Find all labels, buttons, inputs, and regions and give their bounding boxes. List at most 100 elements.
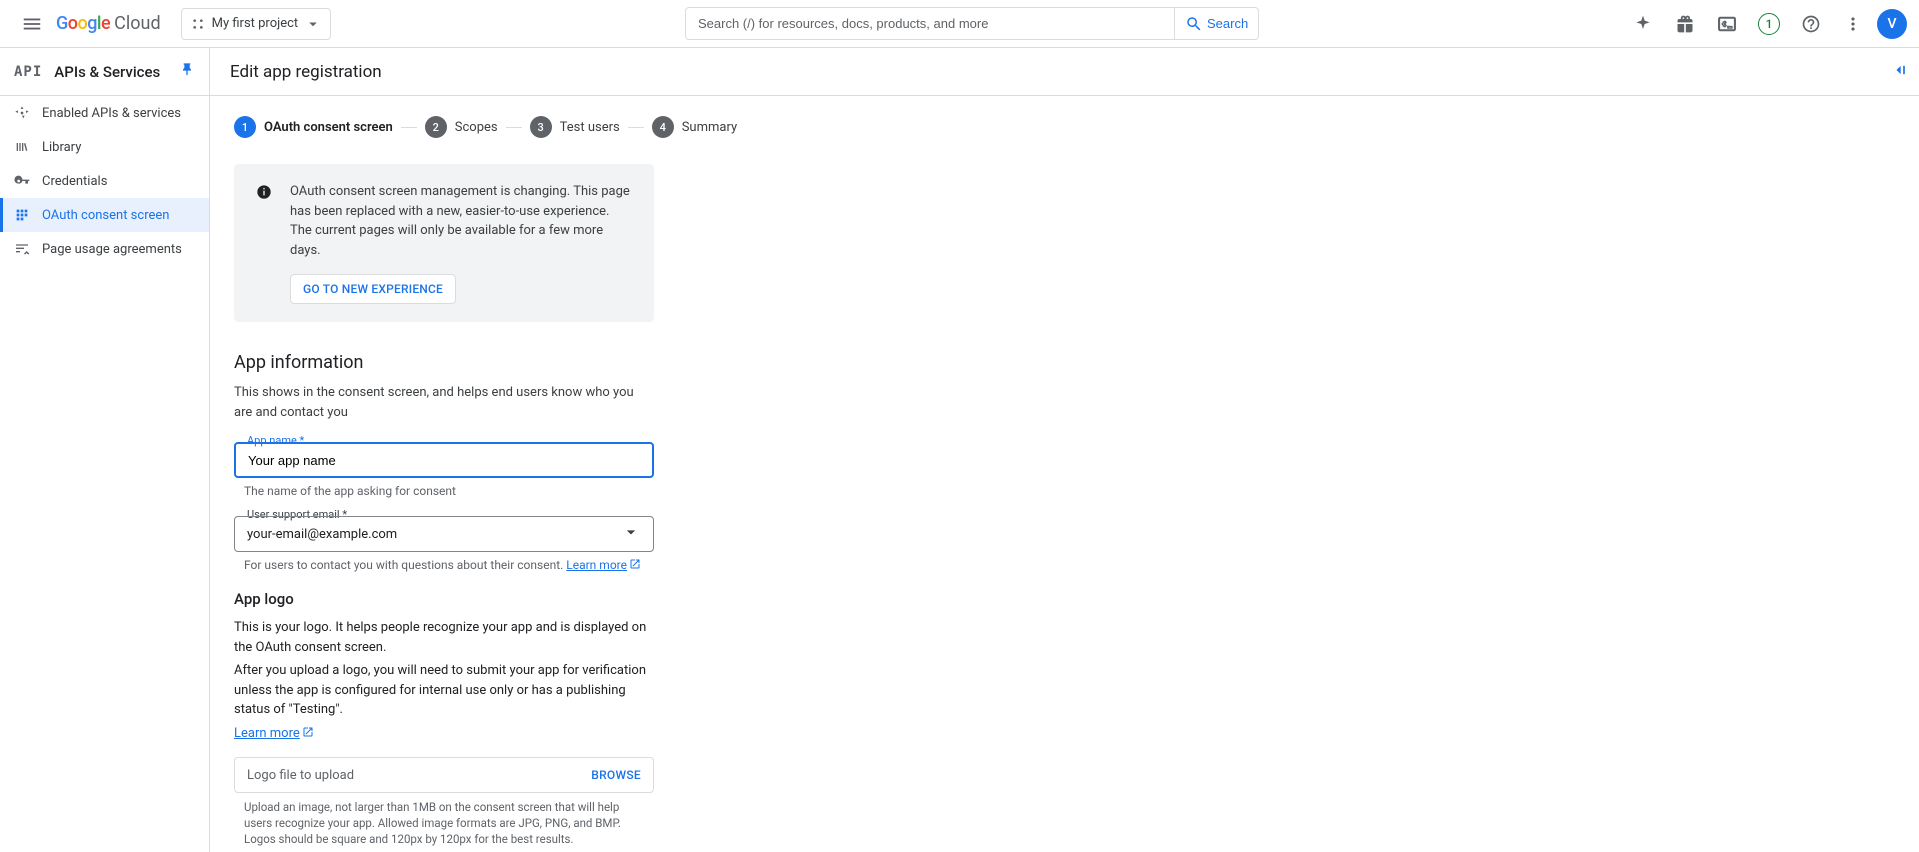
collapse-panel-button[interactable]	[1889, 60, 1909, 84]
step-number: 1	[234, 116, 256, 138]
enabled-apis-icon	[14, 105, 42, 121]
terminal-icon	[1717, 14, 1737, 34]
app-info-desc: This shows in the consent screen, and he…	[234, 383, 654, 422]
step-label: Summary	[682, 120, 737, 135]
sidebar: API APIs & Services Enabled APIs & servi…	[0, 48, 210, 852]
step-test-users[interactable]: 3 Test users	[530, 116, 620, 138]
app-info-heading: App information	[234, 352, 846, 373]
browse-button[interactable]: BROWSE	[591, 768, 641, 782]
learn-more-link[interactable]: Learn more	[234, 726, 314, 741]
page-body: API APIs & Services Enabled APIs & servi…	[0, 48, 1919, 852]
page-usage-icon	[14, 241, 42, 257]
upload-placeholder: Logo file to upload	[247, 768, 591, 783]
sidebar-item-credentials[interactable]: Credentials	[0, 164, 209, 198]
project-icon	[190, 16, 206, 32]
app-name-field: App name *	[234, 442, 654, 478]
app-logo-desc-2: After you upload a logo, you will need t…	[234, 661, 654, 720]
sidebar-header: API APIs & Services	[0, 48, 209, 96]
step-number: 3	[530, 116, 552, 138]
support-email-value: your-email@example.com	[247, 527, 621, 542]
project-picker[interactable]: My first project	[181, 8, 332, 40]
gift-button[interactable]	[1667, 6, 1703, 42]
pin-button[interactable]	[179, 62, 195, 82]
cloud-shell-button[interactable]	[1709, 6, 1745, 42]
global-header: Google Cloud My first project Search 1 V	[0, 0, 1919, 48]
sidebar-item-oauth-consent[interactable]: OAuth consent screen	[0, 198, 209, 232]
upload-caption: Upload an image, not larger than 1MB on …	[244, 799, 644, 847]
step-number: 2	[425, 116, 447, 138]
credentials-icon	[14, 173, 42, 189]
pin-icon	[179, 62, 195, 78]
account-avatar[interactable]: V	[1877, 9, 1907, 39]
main-content: Edit app registration 1 OAuth consent sc…	[210, 48, 1919, 852]
chevron-down-icon	[304, 15, 322, 33]
sidebar-item-label: OAuth consent screen	[42, 208, 169, 223]
step-oauth-consent[interactable]: 1 OAuth consent screen	[234, 116, 393, 138]
step-separator	[506, 127, 522, 128]
google-cloud-logo[interactable]: Google Cloud	[56, 13, 161, 34]
app-logo-heading: App logo	[234, 590, 846, 608]
project-name: My first project	[212, 16, 299, 31]
learn-more-link[interactable]: Learn more	[566, 558, 641, 572]
content-area: 1 OAuth consent screen 2 Scopes 3 Test u…	[210, 96, 870, 852]
sidebar-item-label: Library	[42, 140, 81, 155]
step-label: Test users	[560, 120, 620, 135]
external-link-icon	[627, 558, 641, 572]
step-label: Scopes	[455, 120, 498, 135]
support-email-field: User support email * your-email@example.…	[234, 516, 654, 552]
free-trial-badge[interactable]: 1	[1751, 6, 1787, 42]
help-icon	[1801, 14, 1821, 34]
sidebar-item-label: Credentials	[42, 174, 107, 189]
step-separator	[401, 127, 417, 128]
external-link-icon	[300, 726, 314, 741]
google-wordmark: Google	[56, 13, 110, 34]
chevron-down-icon	[621, 522, 641, 546]
sidebar-item-library[interactable]: Library	[0, 130, 209, 164]
stepper: 1 OAuth consent screen 2 Scopes 3 Test u…	[234, 116, 846, 138]
app-name-input[interactable]	[248, 453, 640, 468]
collapse-icon	[1889, 60, 1909, 80]
help-button[interactable]	[1793, 6, 1829, 42]
support-email-caption: For users to contact you with questions …	[244, 558, 664, 572]
library-icon	[14, 139, 42, 155]
step-separator	[628, 127, 644, 128]
app-name-caption: The name of the app asking for consent	[244, 484, 664, 498]
search-input-wrap[interactable]	[685, 7, 1175, 40]
app-logo-desc-1: This is your logo. It helps people recog…	[234, 618, 654, 657]
info-icon	[256, 184, 272, 204]
sidebar-item-enabled-apis[interactable]: Enabled APIs & services	[0, 96, 209, 130]
search-button[interactable]: Search	[1175, 7, 1259, 40]
page-header: Edit app registration	[210, 48, 1919, 96]
menu-icon	[21, 13, 43, 35]
notice-text: OAuth consent screen management is chang…	[290, 182, 630, 260]
trial-count: 1	[1758, 13, 1780, 35]
step-label: OAuth consent screen	[264, 120, 393, 135]
step-summary[interactable]: 4 Summary	[652, 116, 737, 138]
step-number: 4	[652, 116, 674, 138]
sidebar-item-label: Enabled APIs & services	[42, 106, 181, 121]
app-name-input-wrap[interactable]	[234, 442, 654, 478]
cloud-wordmark: Cloud	[114, 13, 160, 34]
new-experience-button[interactable]: GO TO NEW EXPERIENCE	[290, 274, 456, 304]
search-input[interactable]	[698, 16, 1162, 31]
step-scopes[interactable]: 2 Scopes	[425, 116, 498, 138]
api-badge: API	[14, 64, 42, 80]
migration-notice: OAuth consent screen management is chang…	[234, 164, 654, 322]
logo-upload-field[interactable]: Logo file to upload BROWSE	[234, 757, 654, 793]
oauth-icon	[14, 207, 42, 223]
page-title: Edit app registration	[230, 62, 382, 82]
search-icon	[1185, 15, 1203, 33]
gift-icon	[1675, 14, 1695, 34]
more-button[interactable]	[1835, 6, 1871, 42]
gemini-button[interactable]	[1625, 6, 1661, 42]
support-email-select[interactable]: your-email@example.com	[234, 516, 654, 552]
search-bar: Search	[685, 7, 1259, 40]
more-vert-icon	[1843, 14, 1863, 34]
sparkle-icon	[1633, 14, 1653, 34]
sidebar-title: APIs & Services	[54, 63, 179, 81]
hamburger-menu[interactable]	[12, 4, 52, 44]
app-logo-section: App logo This is your logo. It helps peo…	[234, 590, 846, 847]
sidebar-item-label: Page usage agreements	[42, 242, 182, 257]
sidebar-item-page-usage[interactable]: Page usage agreements	[0, 232, 209, 266]
header-actions: 1 V	[1625, 6, 1907, 42]
